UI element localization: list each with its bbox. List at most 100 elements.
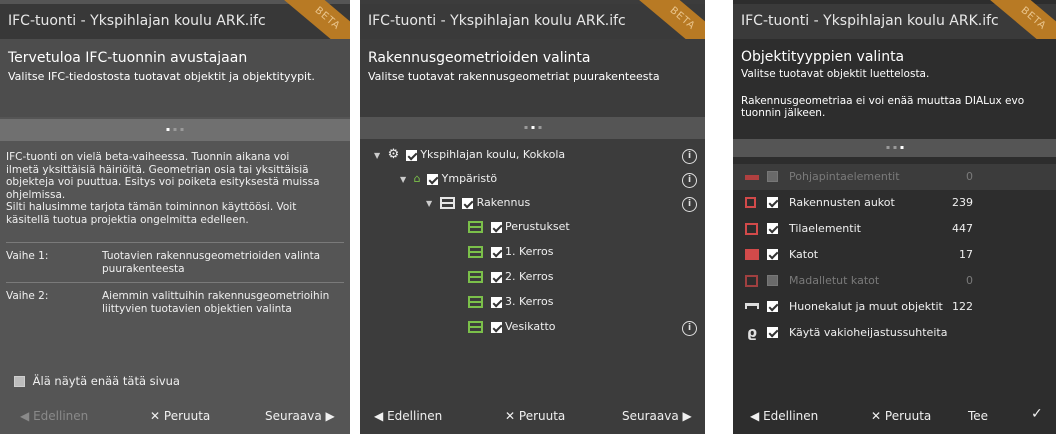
tree-checkbox[interactable] xyxy=(490,221,502,233)
chevron-down-icon[interactable]: ▼ xyxy=(374,148,380,164)
tree-checkbox[interactable] xyxy=(490,321,502,333)
tree-node-label: Ykspihlajan koulu, Kokkola xyxy=(420,148,566,161)
step-row: Vaihe 1: Tuotavien rakennusgeometrioiden… xyxy=(6,250,346,276)
cancel-button[interactable]: ✕ Peruuta xyxy=(505,409,565,423)
info-icon[interactable]: i xyxy=(682,173,697,188)
next-button[interactable]: Seuraava ▶ xyxy=(265,409,335,423)
object-label: Pohjapintaelementit xyxy=(789,170,900,183)
finish-button[interactable]: Tee xyxy=(968,409,988,423)
page-dot xyxy=(886,146,889,149)
close-icon: ✕ xyxy=(150,409,161,423)
note-line: tuonnin jälkeen. xyxy=(741,107,826,119)
panel-subheading: Valitse tuotavat objektit luettelosta. xyxy=(741,68,930,80)
next-label: Seuraava xyxy=(622,409,679,423)
project-icon: ⚙ xyxy=(387,147,400,162)
tree-node-storey[interactable]: 1. Kerros xyxy=(468,244,554,260)
object-checkbox[interactable] xyxy=(767,223,778,234)
chevron-left-icon: ◀ xyxy=(750,409,760,423)
panel-heading: Objektityyppien valinta xyxy=(741,49,905,65)
page-dot xyxy=(166,128,170,131)
step-line: puurakenteesta xyxy=(102,262,185,275)
page-dot xyxy=(180,128,184,131)
page-dot xyxy=(893,146,896,149)
storey-icon xyxy=(468,321,483,333)
previous-button[interactable]: ◀ Edellinen xyxy=(750,409,818,423)
tree-node-storey[interactable]: 2. Kerros xyxy=(468,269,554,285)
chevron-left-icon: ◀ xyxy=(374,409,384,423)
object-row[interactable]: Huonekalut ja muut objektit 122 xyxy=(733,294,1056,320)
checkbox-icon[interactable] xyxy=(14,376,25,387)
dont-show-again-checkbox[interactable]: Älä näytä enää tätä sivua xyxy=(14,374,180,388)
previous-label: Edellinen xyxy=(33,409,89,423)
floor-element-icon xyxy=(745,175,759,180)
panel-subheading: Valitse IFC-tiedostosta tuotavat objekti… xyxy=(8,70,315,83)
chevron-right-icon: ▶ xyxy=(325,409,335,423)
info-icon[interactable]: i xyxy=(682,197,697,212)
object-checkbox[interactable] xyxy=(767,301,778,312)
storey-icon xyxy=(468,271,483,283)
cancel-button[interactable]: ✕ Peruuta xyxy=(871,409,931,423)
tree-node-building[interactable]: ▼ Rakennus xyxy=(426,195,530,211)
object-checkbox[interactable] xyxy=(767,275,778,286)
info-icon[interactable]: i xyxy=(682,321,697,336)
object-row[interactable]: Rakennusten aukot 239 xyxy=(733,190,1056,216)
previous-button[interactable]: ◀ Edellinen xyxy=(374,409,442,423)
tree-node-project[interactable]: ▼ ⚙ Ykspihlajan koulu, Kokkola xyxy=(374,147,565,163)
cancel-label: Peruuta xyxy=(518,409,566,423)
site-icon: ⌂ xyxy=(413,172,421,185)
intro-text: IFC-tuonti on vielä beta-vaiheessa. Tuon… xyxy=(6,151,346,226)
object-checkbox[interactable] xyxy=(767,197,778,208)
previous-button[interactable]: ◀ Edellinen xyxy=(20,409,88,423)
object-row[interactable]: Pohjapintaelementit 0 xyxy=(733,164,1056,190)
intro-line: ohjelmissa. xyxy=(6,188,66,201)
object-label: Katot xyxy=(789,248,819,261)
checkmark-icon[interactable]: ✓ xyxy=(1031,406,1043,422)
tree-node-label: 1. Kerros xyxy=(505,245,554,258)
info-icon[interactable]: i xyxy=(682,149,697,164)
object-checkbox[interactable] xyxy=(767,171,778,182)
tree-node-storey[interactable]: Perustukset xyxy=(468,219,570,235)
tree-checkbox[interactable] xyxy=(462,197,474,209)
storey-icon xyxy=(468,296,483,308)
object-row[interactable]: Madalletut katot 0 xyxy=(733,268,1056,294)
footer-bar: ◀ Edellinen ✕ Peruuta Tee ✓ xyxy=(733,400,1056,434)
suspended-ceiling-icon xyxy=(745,275,758,287)
tree-node-storey[interactable]: 3. Kerros xyxy=(468,294,554,310)
tree-checkbox[interactable] xyxy=(405,149,417,161)
chevron-right-icon: ▶ xyxy=(682,409,692,423)
geometry-selection-panel: IFC-tuonti - Ykspihlajan koulu ARK.ifc B… xyxy=(360,0,705,434)
object-row[interactable]: Tilaelementit 447 xyxy=(733,216,1056,242)
tree-node-storey[interactable]: Vesikatto xyxy=(468,319,556,335)
intro-line: ilmetä yksittäisiä häiriöitä. Geometrian… xyxy=(6,163,309,176)
tree-checkbox[interactable] xyxy=(490,246,502,258)
reflectance-icon: ϱ xyxy=(747,325,758,341)
tree-node-label: Perustukset xyxy=(505,220,570,233)
cancel-button[interactable]: ✕ Peruuta xyxy=(150,409,210,423)
ceiling-icon xyxy=(745,249,759,260)
panel-header: Tervetuloa IFC-tuonnin avustajaan Valits… xyxy=(0,39,350,117)
note-line: Rakennusgeometriaa ei voi enää muuttaa D… xyxy=(741,95,1025,107)
close-icon: ✕ xyxy=(505,409,516,423)
tree-checkbox[interactable] xyxy=(427,173,439,185)
object-count: 447 xyxy=(952,222,973,235)
opening-icon xyxy=(745,197,756,208)
chevron-down-icon[interactable]: ▼ xyxy=(400,172,406,188)
tree-node-site[interactable]: ▼ ⌂ Ympäristö xyxy=(400,171,497,187)
step-line: Aiemmin valittuihin rakennusgeometrioihi… xyxy=(102,290,330,302)
object-type-panel: IFC-tuonti - Ykspihlajan koulu ARK.ifc B… xyxy=(733,0,1056,434)
object-row[interactable]: ϱ Käytä vakioheijastussuhteita xyxy=(733,320,1056,346)
next-button[interactable]: Seuraava ▶ xyxy=(622,409,692,423)
page-dot xyxy=(173,128,177,131)
tree-checkbox[interactable] xyxy=(490,296,502,308)
divider xyxy=(6,282,344,283)
tree-checkbox[interactable] xyxy=(490,271,502,283)
page-dot xyxy=(538,126,541,129)
page-dot xyxy=(531,126,534,129)
step-label: Vaihe 2: xyxy=(6,290,49,302)
page-indicator xyxy=(360,117,705,139)
object-checkbox[interactable] xyxy=(767,327,778,338)
object-row[interactable]: Katot 17 xyxy=(733,242,1056,268)
object-checkbox[interactable] xyxy=(767,249,778,260)
chevron-down-icon[interactable]: ▼ xyxy=(426,196,432,212)
intro-line: IFC-tuonti on vielä beta-vaiheessa. Tuon… xyxy=(6,151,290,163)
